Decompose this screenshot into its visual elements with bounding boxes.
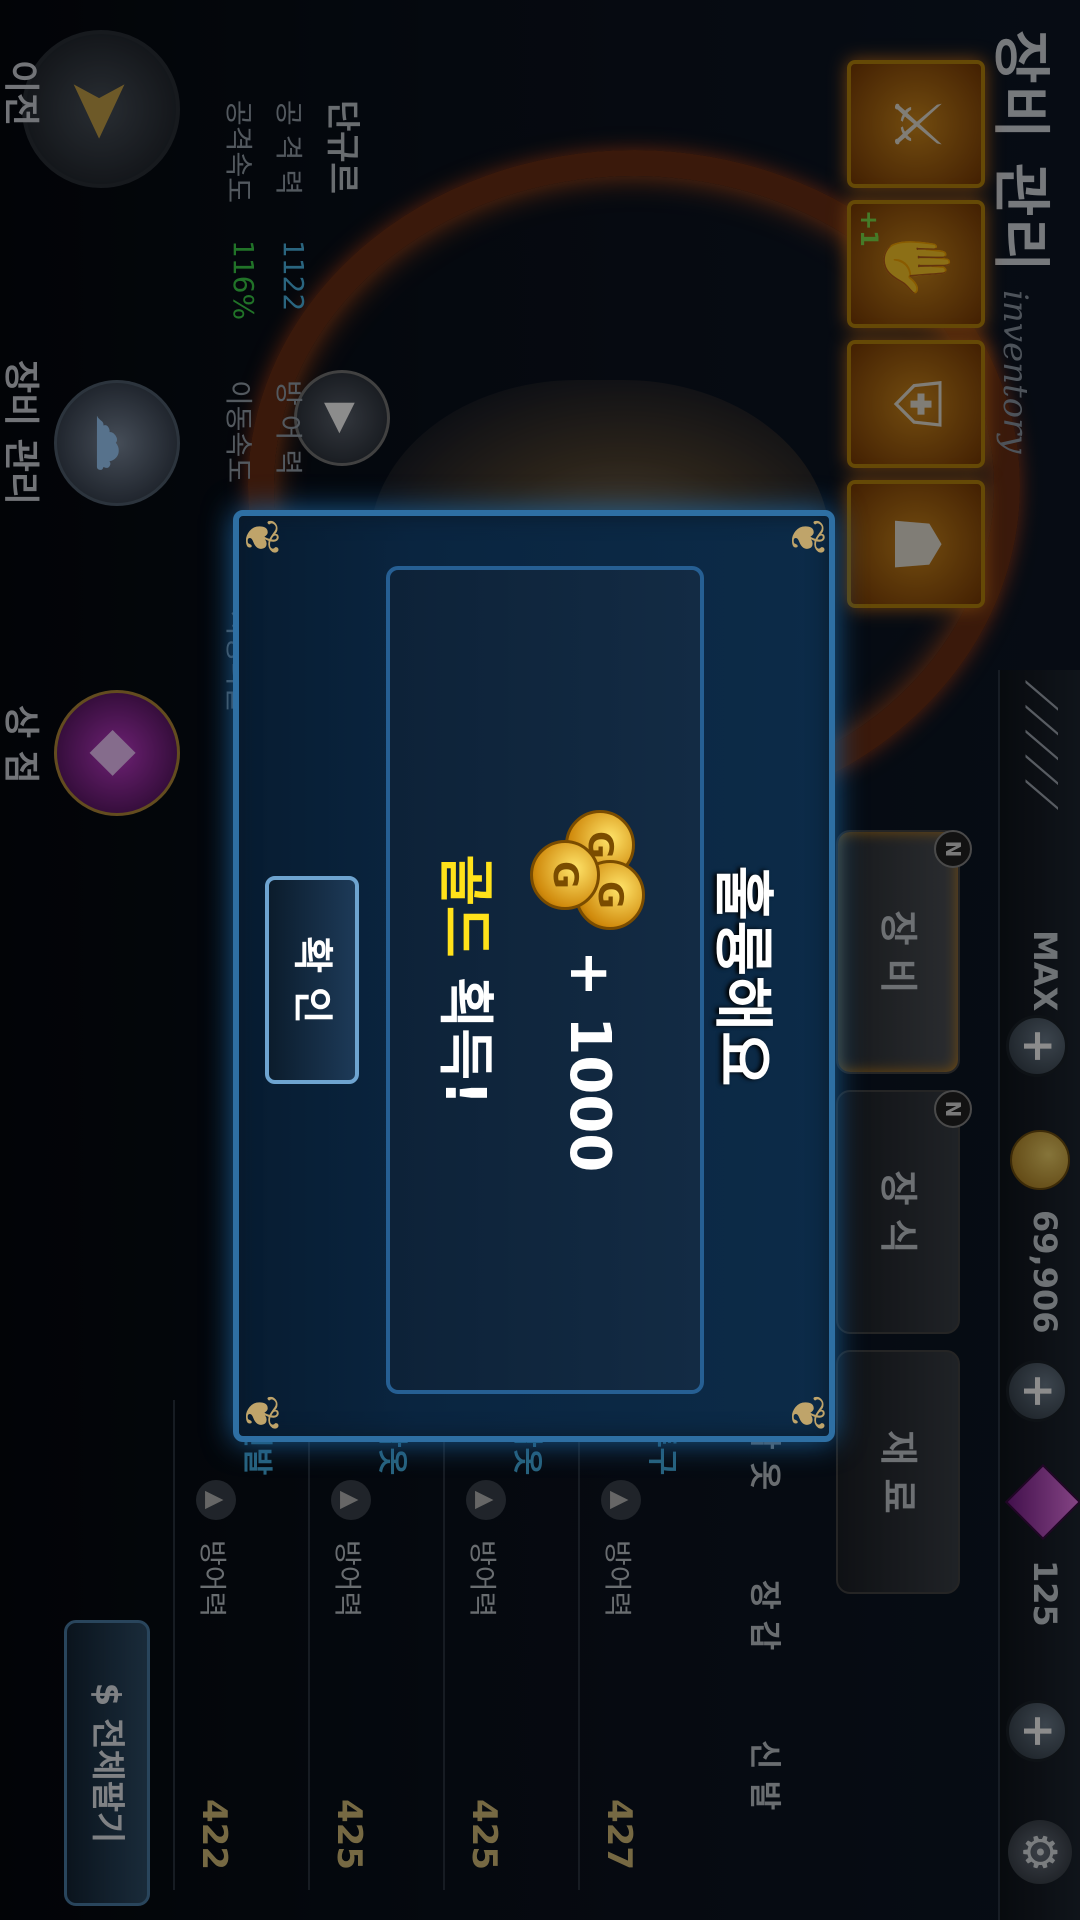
page-title: 장비 관리: [987, 30, 1055, 274]
gold-count: 69,906: [1026, 1210, 1064, 1334]
gain-text: 획득!: [432, 957, 497, 1106]
settings-gear-icon[interactable]: ⚙: [1008, 1820, 1072, 1884]
page-subtitle: inventory: [995, 290, 1035, 454]
list-item[interactable]: 갑옷 ▲ 방어력 425: [308, 1400, 435, 1890]
item-stat-value: 422: [194, 1799, 234, 1870]
attack-label: 공 격 력: [272, 100, 305, 196]
gem-count: 125: [1026, 1560, 1064, 1627]
category-gloves[interactable]: 장 갑: [744, 1580, 790, 1650]
attack-speed-label: 공격속도: [222, 100, 255, 204]
shop-label: 상 점: [0, 705, 41, 784]
item-stat-label: 방어력: [466, 1540, 499, 1618]
list-item[interactable]: 신발 ▲ 방어력 422: [173, 1400, 300, 1890]
list-category-header: 갑 옷 장 갑 신 발: [705, 1400, 830, 1890]
tab-material[interactable]: 재 료: [836, 1350, 960, 1594]
helmet-icon: ☗: [879, 515, 953, 573]
upgrade-arrow-icon: ▲: [466, 1480, 506, 1520]
attack-value: 1122: [277, 240, 310, 312]
reward-message: 골드 획득!: [429, 570, 510, 1390]
back-label: 이전: [0, 60, 41, 127]
confirm-button[interactable]: 확 인: [265, 876, 359, 1084]
feather-count: MAX: [1026, 930, 1064, 1012]
equipment-list: 갑 옷 장 갑 신 발 투구 ▲ 방어력 427 갑옷 ▲ 방어력 425 갑옷…: [30, 1400, 830, 1890]
gold-coins-icon: G G G: [525, 810, 645, 940]
equip-slot-boots[interactable]: ⚔: [847, 60, 985, 188]
slot-upgrade-level: +1: [855, 210, 883, 247]
game-screen: 장비 관리 inventory ⟋⟋⟋⟋⟋ MAX + 69,906 + 125…: [0, 0, 1080, 1920]
item-stat-label: 방어력: [331, 1540, 364, 1618]
feather-icon: ⟋⟋⟋⟋⟋: [1015, 680, 1066, 804]
gem-icon: [1004, 1463, 1080, 1541]
boots-icon: ⚔: [879, 95, 953, 153]
shop-gem-icon[interactable]: ◆: [54, 690, 180, 816]
gold-icon: [1010, 1130, 1070, 1190]
item-stat-value: 427: [599, 1799, 639, 1870]
character-name: 단규르: [322, 100, 362, 194]
new-badge: N: [934, 830, 972, 868]
upgrade-arrow-icon: ▲: [331, 1480, 371, 1520]
resource-bar: ⟋⟋⟋⟋⟋ MAX + 69,906 + 125 + ⚙: [998, 670, 1080, 1920]
equip-manage-icon[interactable]: ☁: [54, 380, 180, 506]
category-boots[interactable]: 신 발: [744, 1740, 790, 1810]
tab-accessory[interactable]: 장 식: [836, 1090, 960, 1334]
equip-slot-helmet[interactable]: ☗: [847, 480, 985, 608]
add-feather-button[interactable]: +: [1006, 1015, 1068, 1077]
move-speed-label: 이동속도: [222, 380, 255, 484]
reward-dialog: ❦ ❦ ❦ ❦ 훌륭해요 G G G + 1000 골드 획득! 확 인: [233, 510, 835, 1442]
item-stat-value: 425: [464, 1799, 504, 1870]
equip-slot-armor[interactable]: ⛨: [847, 340, 985, 468]
dollar-icon: $: [87, 1682, 127, 1707]
list-item[interactable]: 갑옷 ▲ 방어력 425: [443, 1400, 570, 1890]
reward-amount: + 1000: [557, 950, 622, 1173]
sell-all-button[interactable]: $ 전체팔기: [64, 1620, 150, 1906]
add-gold-button[interactable]: +: [1006, 1360, 1068, 1422]
new-badge: N: [934, 1090, 972, 1128]
armor-icon: ⛨: [879, 380, 953, 428]
equip-manage-label: 장비 관리: [0, 360, 41, 506]
corner-ornament-icon: ❦: [233, 1393, 289, 1435]
tab-equipment[interactable]: 장 비: [836, 830, 960, 1074]
item-stat-label: 방어력: [196, 1540, 229, 1618]
item-stat-value: 425: [329, 1799, 369, 1870]
upgrade-arrow-icon: ▲: [196, 1480, 236, 1520]
list-item[interactable]: 투구 ▲ 방어력 427: [578, 1400, 705, 1890]
equip-slot-gloves[interactable]: ✋ +1: [847, 200, 985, 328]
corner-ornament-icon: ❦: [233, 517, 289, 559]
item-stat-label: 방어력: [601, 1540, 634, 1618]
dialog-title: 훌륭해요: [707, 865, 777, 1087]
defense-label: 방 어 력: [272, 380, 305, 476]
sell-all-label: 전체팔기: [87, 1718, 127, 1844]
dialog-content-panel: G G G + 1000 골드 획득!: [386, 566, 704, 1394]
attack-speed-value: 116%: [227, 240, 260, 321]
gold-word: 골드: [432, 854, 497, 958]
back-arrow-icon: ➤: [55, 75, 148, 143]
upgrade-arrow-icon: ▲: [601, 1480, 641, 1520]
add-gem-button[interactable]: +: [1006, 1700, 1068, 1762]
